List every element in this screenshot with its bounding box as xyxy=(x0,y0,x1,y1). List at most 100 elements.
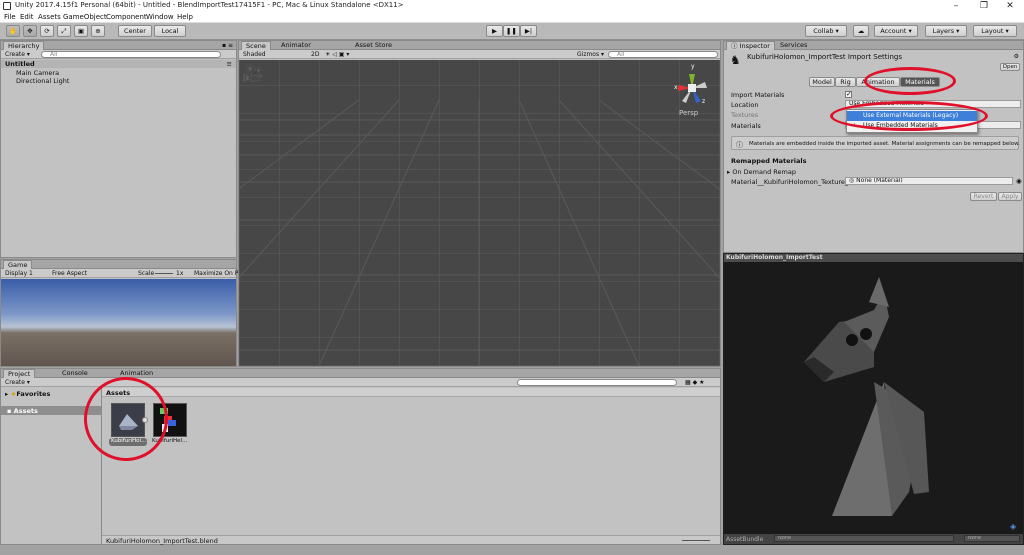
on-demand-remap-foldout[interactable]: ▸ On Demand Remap xyxy=(727,168,796,176)
2d-toggle[interactable]: 2D xyxy=(311,51,319,58)
axis-y-label: y xyxy=(691,63,695,70)
cloud-icon[interactable]: ☁ xyxy=(853,25,869,37)
axis-x-label: x xyxy=(674,84,678,91)
persp-label[interactable]: Persp xyxy=(679,109,698,117)
project-create-dropdown[interactable]: Create ▾ xyxy=(5,379,30,386)
pivot-local-button[interactable]: Local xyxy=(154,25,186,37)
window-title: Unity 2017.4.15f1 Personal (64bit) - Unt… xyxy=(15,1,404,9)
revert-button[interactable]: Revert xyxy=(970,192,997,201)
subtab-model[interactable]: Model xyxy=(809,77,835,87)
display-dropdown[interactable]: Display 1 xyxy=(5,270,33,277)
menu-window[interactable]: Window xyxy=(146,13,174,21)
location-label: Location xyxy=(731,101,759,109)
inspector-panel: ⓘ Inspector Services ♞ KubifuriHolomon_I… xyxy=(723,40,1024,253)
tab-game[interactable]: Game xyxy=(3,260,33,269)
gizmos-dropdown[interactable]: Gizmos ▾ xyxy=(577,51,604,58)
preview-title: KubifuriHolomon_ImportTest xyxy=(726,254,823,261)
tab-services[interactable]: Services xyxy=(776,41,811,50)
hierarchy-item-directional-light[interactable]: Directional Light xyxy=(16,77,69,85)
main-toolbar: ✋ ✥ ⟳ ⤢ ▣ ⊕ Center Local ▶ ❚❚ ▶| Collab … xyxy=(0,23,1024,40)
inspector-settings-icon[interactable]: ⚙ xyxy=(1014,53,1019,60)
panel-menu-icon[interactable]: ▪ ≡ xyxy=(222,42,233,49)
tab-hierarchy[interactable]: Hierarchy xyxy=(3,41,45,50)
scale-slider[interactable] xyxy=(155,273,173,274)
favorites-item[interactable]: ▸ ★Favorites xyxy=(5,390,50,398)
object-picker-icon[interactable]: ◉ xyxy=(1016,177,1022,185)
step-button-icon[interactable]: ▶| xyxy=(520,25,537,37)
axis-gizmo[interactable] xyxy=(672,68,712,108)
pivot-center-button[interactable]: Center xyxy=(118,25,152,37)
pause-button-icon[interactable]: ❚❚ xyxy=(503,25,520,37)
hierarchy-create-dropdown[interactable]: Create ▾ xyxy=(5,51,30,58)
remap-material-key: Material__KubifuriHolomon_Texture_ xyxy=(731,178,849,186)
assets-folder-label: ▪ Assets xyxy=(7,407,38,415)
menu-help[interactable]: Help xyxy=(177,13,193,21)
preview-viewport[interactable]: ◈ xyxy=(724,262,1023,534)
move-tool-icon[interactable]: ✥ xyxy=(23,25,37,37)
rect-tool-icon[interactable]: ▣ xyxy=(74,25,88,37)
hand-tool-icon[interactable]: ✋ xyxy=(6,25,20,37)
import-materials-label: Import Materials xyxy=(731,91,785,99)
axis-z-label: z xyxy=(702,98,706,105)
scale-value: 1x xyxy=(176,270,184,277)
import-materials-checkbox[interactable]: ✓ xyxy=(845,91,852,98)
hierarchy-search-input[interactable]: All xyxy=(41,51,221,58)
scene-root-item[interactable]: Untitled xyxy=(5,60,35,68)
aspect-dropdown[interactable]: Free Aspect xyxy=(52,270,87,277)
transform-tool-icon[interactable]: ⊕ xyxy=(91,25,105,37)
menu-component[interactable]: Component xyxy=(106,13,147,21)
shading-mode-dropdown[interactable]: Shaded xyxy=(243,51,266,58)
account-button[interactable]: Account ▾ xyxy=(874,25,918,37)
rotate-tool-icon[interactable]: ⟳ xyxy=(40,25,54,37)
maximize-icon[interactable]: ❐ xyxy=(970,0,998,12)
menu-assets[interactable]: Assets xyxy=(38,13,61,21)
project-search-input[interactable] xyxy=(517,379,677,386)
model-file-icon: ♞ xyxy=(730,53,741,67)
hierarchy-item-main-camera[interactable]: Main Camera xyxy=(16,69,59,77)
menu-file[interactable]: File xyxy=(4,13,16,21)
apply-button[interactable]: Apply xyxy=(998,192,1022,201)
minimize-icon[interactable]: – xyxy=(942,0,970,12)
menu-edit[interactable]: Edit xyxy=(20,13,34,21)
tab-project[interactable]: Project xyxy=(3,369,36,378)
tab-console[interactable]: Console xyxy=(58,369,92,378)
scene-menu-icon[interactable]: ≡ xyxy=(227,60,232,68)
unity-logo-icon xyxy=(3,2,11,10)
icon-size-slider[interactable] xyxy=(682,540,710,541)
assetbundle-variant-dropdown[interactable]: None xyxy=(964,535,1020,542)
subtab-rig[interactable]: Rig xyxy=(835,77,856,87)
play-button-icon[interactable]: ▶ xyxy=(486,25,503,37)
scale-tool-icon[interactable]: ⤢ xyxy=(57,25,71,37)
lighting-toggle-icon[interactable]: ☀ ◁ ▣ ▾ xyxy=(325,51,349,58)
preview-panel: KubifuriHolomon_ImportTest ◈ AssetBundle… xyxy=(723,253,1024,545)
tab-scene[interactable]: Scene xyxy=(241,41,271,50)
model-preview xyxy=(804,277,929,516)
tab-asset-store[interactable]: Asset Store xyxy=(351,41,396,50)
menu-bar: File Edit Assets GameObject Component Wi… xyxy=(0,12,1024,23)
textures-label: Textures xyxy=(731,111,759,119)
layers-button[interactable]: Layers ▾ xyxy=(925,25,967,37)
title-bar: Unity 2017.4.15f1 Personal (64bit) - Unt… xyxy=(0,0,1024,12)
close-icon[interactable]: ✕ xyxy=(996,0,1024,12)
filter-icons[interactable]: ▦ ◆ ★ xyxy=(685,379,704,386)
preview-settings-icon[interactable]: ◈ xyxy=(1010,522,1016,531)
maximize-on-play-toggle[interactable]: Maximize On Pl xyxy=(194,270,240,277)
collab-button[interactable]: Collab ▾ xyxy=(805,25,847,37)
materials-label: Materials xyxy=(731,122,761,130)
open-button[interactable]: Open xyxy=(1000,63,1020,71)
remap-material-field[interactable]: ◎ None (Material) xyxy=(845,177,1013,185)
assetbundle-name-dropdown[interactable]: None xyxy=(774,535,954,542)
menu-gameobject[interactable]: GameObject xyxy=(63,13,107,21)
scene-viewport[interactable]: 🎥 y x z Persp xyxy=(239,60,720,366)
layout-button[interactable]: Layout ▾ xyxy=(973,25,1017,37)
scene-search-input[interactable]: All xyxy=(608,51,718,58)
scene-panel: Scene Animator Asset Store Shaded 2D ☀ ◁… xyxy=(238,40,721,367)
annotation-circle-materials-tab xyxy=(864,67,956,95)
assetbundle-label: AssetBundle xyxy=(726,536,764,543)
assetbundle-bar: AssetBundle None None xyxy=(724,534,1023,544)
tab-inspector[interactable]: ⓘ Inspector xyxy=(726,41,775,50)
inspector-title: KubifuriHolomon_ImportTest Import Settin… xyxy=(747,53,903,61)
camera-gizmo-icon: 🎥 xyxy=(242,64,264,84)
scene-perspective-grid xyxy=(239,99,720,366)
tab-animator[interactable]: Animator xyxy=(277,41,315,50)
